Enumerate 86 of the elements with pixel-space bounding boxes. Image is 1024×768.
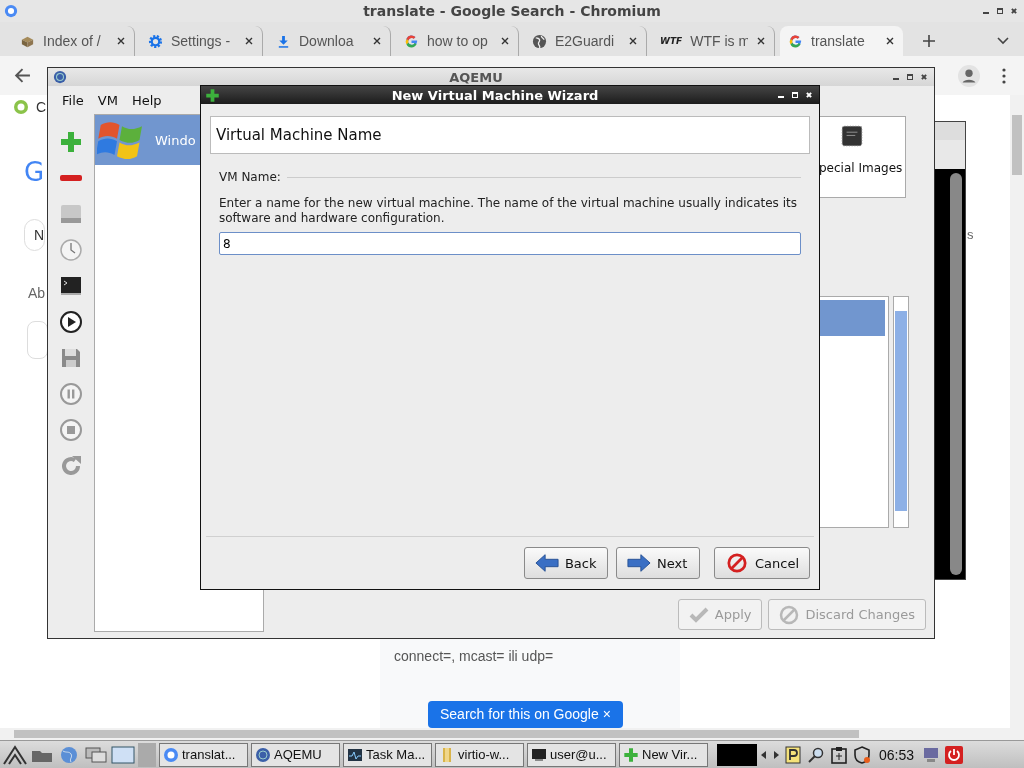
taskbar-button[interactable]: Task Ma...: [343, 742, 432, 767]
stop-icon[interactable]: [59, 418, 83, 442]
close-icon[interactable]: [885, 36, 895, 46]
bookmark-label[interactable]: C: [36, 99, 47, 115]
terminal-icon[interactable]: [59, 274, 83, 298]
desktop-icon[interactable]: [111, 744, 135, 765]
menu-item[interactable]: VM: [91, 90, 124, 110]
window-title: translate - Google Search - Chromium: [362, 3, 662, 19]
window-title: AQEMU: [448, 69, 504, 85]
maximize-button[interactable]: [996, 7, 1004, 15]
play-icon[interactable]: [59, 310, 83, 334]
close-icon[interactable]: [628, 36, 638, 46]
results-text: Ab: [28, 285, 46, 301]
search-google-button[interactable]: Search for this on Google ×: [428, 701, 623, 728]
clock[interactable]: 06:53: [875, 746, 919, 763]
profile-icon[interactable]: [958, 64, 980, 87]
close-icon[interactable]: [372, 36, 382, 46]
tab-label: Index of /: [43, 33, 102, 49]
chevron-icon[interactable]: [996, 36, 1010, 46]
add-icon: [205, 87, 220, 103]
close-button[interactable]: [1010, 7, 1018, 15]
close-icon[interactable]: [116, 36, 126, 46]
browser-tab[interactable]: translate: [780, 26, 903, 56]
app-icon: [255, 746, 271, 763]
shield-icon[interactable]: [852, 745, 872, 764]
description-text: Enter a name for the new virtual machine. The name of the virtual machine usually indicates its software and hardware configuration.: [219, 196, 798, 226]
page-heading: Virtual Machine Name: [210, 116, 810, 154]
logo-text: G: [24, 157, 45, 187]
gear-icon: [148, 33, 163, 49]
clipboard-p-icon[interactable]: [783, 745, 803, 764]
tray-app-icon[interactable]: [717, 743, 757, 766]
terminal-icon: [531, 746, 547, 763]
vm-name-field[interactable]: 8: [219, 232, 801, 255]
chromium-icon: [4, 4, 18, 18]
taskbar-button[interactable]: user@u...: [527, 742, 616, 767]
monitor-graph-icon: [347, 746, 363, 763]
floppy-icon[interactable]: [59, 346, 83, 370]
close-icon[interactable]: [756, 36, 766, 46]
horizontal-scrollbar[interactable]: [0, 728, 1024, 740]
next-button[interactable]: Next: [615, 547, 700, 579]
cancel-button[interactable]: Cancel: [713, 547, 810, 579]
add-icon: [623, 746, 639, 763]
tab-label: Settings -: [171, 33, 232, 49]
taskbar-button[interactable]: AQEMU: [251, 742, 340, 767]
chip-icon: [839, 123, 865, 149]
google-icon: [788, 33, 803, 49]
app-icon: [53, 70, 67, 84]
menu-icon[interactable]: [1002, 67, 1006, 84]
menu-item[interactable]: Help: [125, 90, 168, 110]
group-label: VM Name:: [219, 170, 281, 184]
taskbar-button[interactable]: virtio-w...: [435, 742, 524, 767]
chromium-icon: [163, 746, 179, 763]
right-arrow-icon: [626, 553, 651, 573]
new-tab-icon[interactable]: [922, 34, 936, 48]
pause-icon[interactable]: [59, 382, 83, 406]
maximize-button[interactable]: [791, 91, 799, 99]
globe-icon: [532, 33, 547, 49]
windows-icon[interactable]: [84, 744, 108, 765]
taskbar-button[interactable]: translat...: [159, 742, 248, 767]
left-arrow-icon: [534, 553, 559, 573]
google-icon: [404, 33, 419, 49]
tab-label: translate: [811, 33, 866, 49]
back-button[interactable]: Back: [523, 547, 608, 579]
site-logo: WTF: [660, 36, 683, 46]
dialog-title: New Virtual Machine Wizard: [390, 87, 600, 103]
clipboard-icon[interactable]: [829, 745, 849, 764]
close-icon[interactable]: [244, 36, 254, 46]
close-button[interactable]: [920, 73, 928, 81]
tab-label: how to op: [427, 33, 489, 49]
tools-link[interactable]: s: [967, 227, 974, 242]
taskbar-button[interactable]: New Vir...: [619, 742, 708, 767]
taskbar-handle[interactable]: [138, 742, 156, 767]
menu-item[interactable]: File: [56, 90, 90, 110]
special-images-label[interactable]: pecial Images: [819, 161, 903, 175]
search-icon[interactable]: [806, 745, 826, 764]
close-icon[interactable]: [500, 36, 510, 46]
tab-label: E2Guardi: [555, 33, 616, 49]
download-icon: [276, 33, 291, 49]
no-entry-icon: [779, 604, 800, 625]
start-menu-icon[interactable]: [3, 744, 27, 765]
maximize-button[interactable]: [906, 73, 914, 81]
snippet-text: connect=, mcast= ili udp=: [394, 648, 554, 664]
back-arrow-icon[interactable]: [14, 67, 31, 84]
tab-label: Downloa: [299, 33, 355, 49]
close-button[interactable]: [805, 91, 813, 99]
power-icon[interactable]: [944, 745, 965, 764]
